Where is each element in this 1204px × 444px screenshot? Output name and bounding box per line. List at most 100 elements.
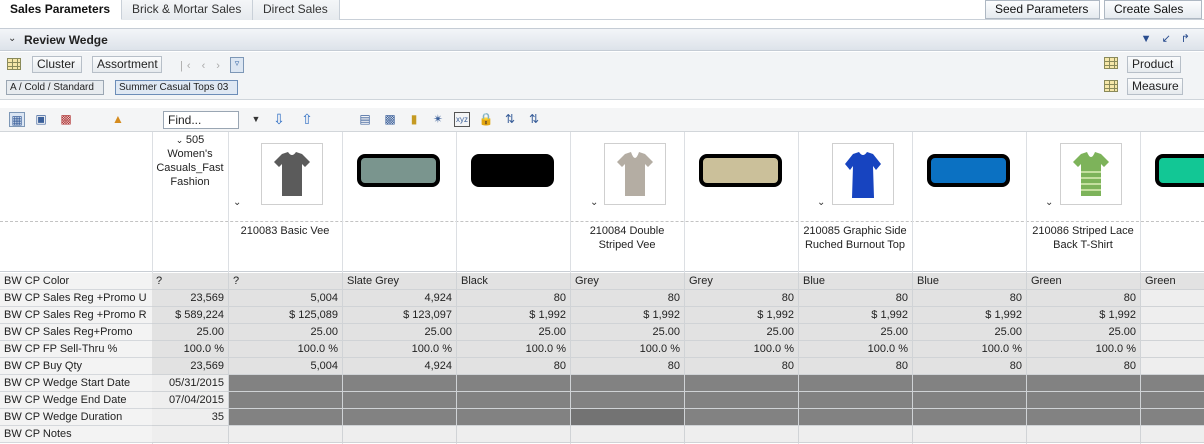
grid-cell[interactable]	[1140, 290, 1204, 307]
grid-cell[interactable]: $ 125,089	[228, 307, 342, 324]
grid-cell[interactable]	[456, 392, 570, 409]
grid-cell[interactable]: 80	[570, 358, 684, 375]
tab-brick-mortar-sales[interactable]: Brick & Mortar Sales	[122, 0, 253, 20]
grid-cell[interactable]: $ 1,992	[798, 307, 912, 324]
create-sales-button[interactable]: Create Sales	[1104, 0, 1202, 19]
expand-chevron-icon[interactable]: ⌄	[590, 197, 598, 208]
grid-cell[interactable]: 80	[1026, 290, 1140, 307]
grid-cell[interactable]: $ 1,992	[912, 307, 1026, 324]
product-image-210083[interactable]	[261, 143, 323, 205]
grid-cell[interactable]	[1140, 426, 1204, 443]
color-swatch[interactable]	[1155, 154, 1204, 187]
dropdown-icon[interactable]: ▼	[1141, 33, 1162, 45]
grid-cell[interactable]: 100.0 %	[570, 341, 684, 358]
color-swatch[interactable]	[699, 154, 782, 187]
grid-cell[interactable]	[152, 426, 228, 443]
grid-cell[interactable]	[1026, 409, 1140, 426]
find-dropdown-icon[interactable]: ▼	[248, 112, 264, 127]
grid-cell[interactable]: 25.00	[152, 324, 228, 341]
grid-cell[interactable]: 07/04/2015	[152, 392, 228, 409]
export-icon[interactable]: ▤	[357, 112, 373, 127]
grid-cell[interactable]: Blue	[912, 273, 1026, 290]
grid-cell[interactable]: 80	[1026, 358, 1140, 375]
grid-cell[interactable]: 100.0 %	[684, 341, 798, 358]
cluster-chip[interactable]: A / Cold / Standard	[6, 80, 104, 95]
grid-view-icon[interactable]: ▦	[9, 112, 25, 127]
grid-cell[interactable]	[1140, 358, 1204, 375]
lock-icon[interactable]: 🔒	[478, 112, 494, 127]
grid-cell[interactable]	[1026, 392, 1140, 409]
grid-cell[interactable]: 23,569	[152, 290, 228, 307]
grid-cell[interactable]: $ 1,992	[570, 307, 684, 324]
grid-cell[interactable]: $ 123,097	[342, 307, 456, 324]
grid-cell[interactable]	[798, 392, 912, 409]
grid-cell[interactable]: Black	[456, 273, 570, 290]
grid-cell[interactable]	[1140, 307, 1204, 324]
grid-cell[interactable]	[684, 426, 798, 443]
grid-cell[interactable]: 100.0 %	[456, 341, 570, 358]
minimize-icon[interactable]: ↙	[1162, 33, 1181, 45]
grid-cell[interactable]	[912, 392, 1026, 409]
grid-cell[interactable]	[798, 426, 912, 443]
sort-ascending-icon[interactable]: ⇅	[502, 112, 518, 127]
grid-cell[interactable]: Grey	[570, 273, 684, 290]
grid-cell[interactable]: 25.00	[570, 324, 684, 341]
grid-cell[interactable]: 100.0 %	[342, 341, 456, 358]
grid-cell[interactable]	[912, 426, 1026, 443]
grid-cell[interactable]: 25.00	[456, 324, 570, 341]
cluster-expand-icon[interactable]: ⌄	[176, 135, 186, 145]
area-chart-icon[interactable]: ▲	[110, 112, 126, 127]
product-image-210086[interactable]	[1060, 143, 1122, 205]
grid-cell[interactable]: Green	[1140, 273, 1204, 290]
color-swatch[interactable]	[471, 154, 554, 187]
grid-cell[interactable]: Blue	[798, 273, 912, 290]
grid-cell[interactable]: 80	[684, 358, 798, 375]
grid-cell[interactable]: 100.0 %	[798, 341, 912, 358]
grid-cell[interactable]: $ 1,992	[456, 307, 570, 324]
grid-cell[interactable]	[1026, 375, 1140, 392]
cluster-button[interactable]: Cluster	[32, 56, 82, 73]
chart-view-icon[interactable]: ▣	[33, 112, 49, 127]
grid-cell[interactable]: ?	[228, 273, 342, 290]
seed-parameters-button[interactable]: Seed Parameters	[985, 0, 1100, 19]
measure-button[interactable]: Measure	[1127, 78, 1183, 95]
grid-cell[interactable]: 80	[912, 358, 1026, 375]
grid-cell[interactable]	[228, 392, 342, 409]
grid-cell[interactable]: Green	[1026, 273, 1140, 290]
grid-cell[interactable]	[684, 375, 798, 392]
grid-cell[interactable]: 80	[798, 358, 912, 375]
grid-cell[interactable]: ?	[152, 273, 228, 290]
grid-cell[interactable]	[456, 426, 570, 443]
grid-cell[interactable]: 25.00	[912, 324, 1026, 341]
color-swatch[interactable]	[357, 154, 440, 187]
grid-cell[interactable]: Slate Grey	[342, 273, 456, 290]
collapse-chevron-icon[interactable]: ⌄	[8, 33, 16, 44]
find-input[interactable]: Find...	[163, 111, 239, 129]
grid-cell[interactable]	[342, 392, 456, 409]
grid-cell[interactable]	[342, 409, 456, 426]
grid-cell[interactable]	[684, 392, 798, 409]
grid-cell[interactable]: 4,924	[342, 358, 456, 375]
grid-cell[interactable]: 80	[456, 290, 570, 307]
grid-cell[interactable]	[798, 375, 912, 392]
tab-sales-parameters[interactable]: Sales Parameters	[0, 0, 122, 20]
grid-cell[interactable]: 100.0 %	[1026, 341, 1140, 358]
grid-cell[interactable]	[1026, 426, 1140, 443]
product-button[interactable]: Product	[1127, 56, 1181, 73]
assortment-button[interactable]: Assortment	[92, 56, 162, 73]
grid-cell[interactable]: 80	[912, 290, 1026, 307]
grid-cell[interactable]	[456, 409, 570, 426]
product-image-210084[interactable]	[604, 143, 666, 205]
find-previous-icon[interactable]: ⇧	[299, 112, 315, 127]
expand-chevron-icon[interactable]: ⌄	[233, 197, 241, 208]
sort-descending-icon[interactable]: ⇅	[526, 112, 542, 127]
assortment-chip[interactable]: Summer Casual Tops 03	[115, 80, 238, 95]
grid-cell[interactable]	[228, 409, 342, 426]
grid-cell[interactable]: 05/31/2015	[152, 375, 228, 392]
grid-cell[interactable]: 80	[684, 290, 798, 307]
grid-cell[interactable]: Grey	[684, 273, 798, 290]
layout-icon[interactable]: ▩	[382, 112, 398, 127]
grid-cell[interactable]: 80	[456, 358, 570, 375]
grid-cell[interactable]	[342, 375, 456, 392]
grid-cell[interactable]: $ 589,224	[152, 307, 228, 324]
